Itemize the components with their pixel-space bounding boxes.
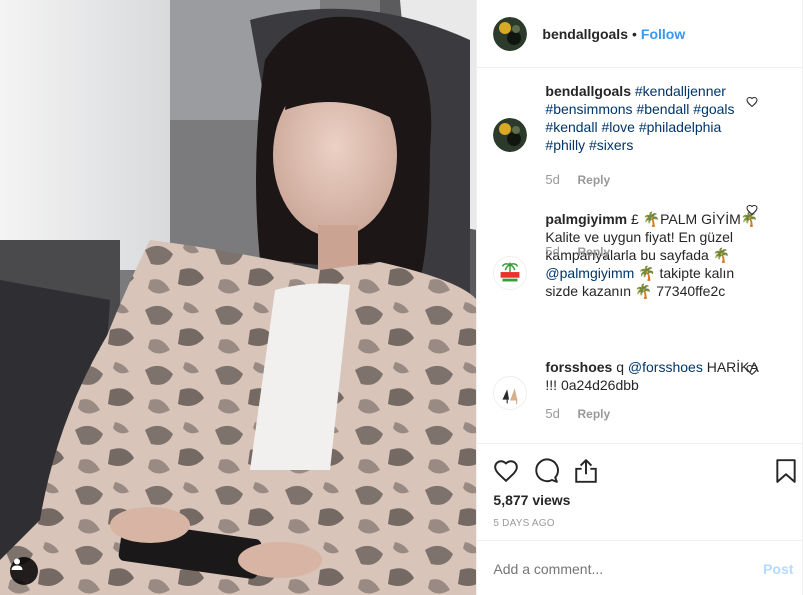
hashtag-link[interactable]: #kendalljenner — [635, 83, 726, 99]
hashtag-link[interactable]: #love — [601, 119, 634, 135]
post-comment-button[interactable]: Post — [763, 561, 793, 577]
heart-icon[interactable] — [493, 458, 519, 484]
view-count[interactable]: 5,877 views — [493, 492, 570, 508]
reply-button[interactable]: Reply — [578, 245, 611, 259]
hashtag-link[interactable]: #philly — [545, 137, 585, 153]
hashtag-link[interactable]: #bensimmons — [545, 101, 632, 117]
comment-line: q — [612, 359, 628, 375]
video-frame — [0, 0, 477, 595]
comment-username[interactable]: palmgiyimm — [545, 211, 627, 227]
comment-like-icon[interactable] — [746, 204, 758, 216]
comment-line: Kalite ve uygun fiyat! En güzel — [545, 229, 733, 245]
instagram-post-modal: bendallgoals • Follow bendallgoals #kend… — [0, 0, 803, 595]
comment-timestamp[interactable]: 5d — [545, 406, 559, 421]
commenter-avatar[interactable] — [493, 376, 528, 410]
comment-icon[interactable] — [533, 458, 560, 484]
caption-text: bendallgoals #kendalljenner #bensimmons … — [545, 82, 765, 154]
hashtag-link[interactable]: #kendall — [545, 119, 597, 135]
share-icon[interactable] — [573, 458, 599, 484]
comment-meta: 5d Reply — [545, 244, 610, 259]
add-comment-row: Post — [477, 540, 803, 595]
commenter-avatar[interactable] — [493, 256, 528, 290]
comment-item: forsshoes q @forsshoes HARİKA !!! 0a24d2… — [493, 358, 793, 438]
caption-meta: 5d Reply — [545, 172, 610, 187]
comment-item: palmgiyimm £ 🌴PALM GİYİM🌴 Kalite ve uygu… — [493, 204, 793, 340]
bookmark-icon[interactable] — [773, 458, 799, 484]
reply-button[interactable]: Reply — [578, 407, 611, 421]
hashtag-link[interactable]: #bendall — [636, 101, 689, 117]
hashtag-link[interactable]: #sixers — [589, 137, 633, 153]
header-username[interactable]: bendallgoals — [542, 26, 628, 42]
comment-text: forsshoes q @forsshoes HARİKA !!! 0a24d2… — [545, 358, 765, 394]
post-panel: bendallgoals • Follow bendallgoals #kend… — [476, 0, 803, 595]
comments-list[interactable]: bendallgoals #kendalljenner #bensimmons … — [477, 68, 802, 444]
comment-line: !!! 0a24d26dbb — [545, 377, 639, 393]
comment-line: 🌴 takipte kalın — [634, 265, 735, 281]
comment-line: £ 🌴PALM GİYİM🌴 — [631, 211, 759, 227]
comment-timestamp[interactable]: 5d — [545, 244, 559, 259]
caption-avatar[interactable] — [493, 118, 528, 152]
hashtag-link[interactable]: #goals — [693, 101, 734, 117]
comment-timestamp[interactable]: 5d — [545, 172, 559, 187]
reply-button[interactable]: Reply — [578, 173, 611, 187]
action-bar — [477, 446, 803, 496]
mention-link[interactable]: @palmgiyimm — [545, 265, 634, 281]
post-date[interactable]: 5 DAYS AGO — [493, 518, 554, 529]
comment-meta: 5d Reply — [545, 406, 610, 421]
caption-username[interactable]: bendallgoals — [545, 83, 631, 99]
mention-link[interactable]: @forsshoes — [628, 359, 703, 375]
follow-button[interactable]: Follow — [641, 26, 685, 42]
post-video[interactable] — [0, 0, 477, 595]
add-comment-input[interactable] — [493, 561, 734, 577]
profile-avatar[interactable] — [493, 16, 528, 51]
header-separator: • — [631, 25, 637, 42]
comment-like-icon[interactable] — [746, 364, 758, 376]
post-header: bendallgoals • Follow — [477, 0, 802, 68]
comment-line: sizde kazanın 🌴 77340ffe2c — [545, 283, 726, 299]
hashtag-link[interactable]: #philadelphia — [639, 119, 722, 135]
user-tag-icon[interactable] — [10, 557, 38, 585]
comment-like-icon[interactable] — [746, 96, 758, 108]
comment-username[interactable]: forsshoes — [545, 359, 612, 375]
